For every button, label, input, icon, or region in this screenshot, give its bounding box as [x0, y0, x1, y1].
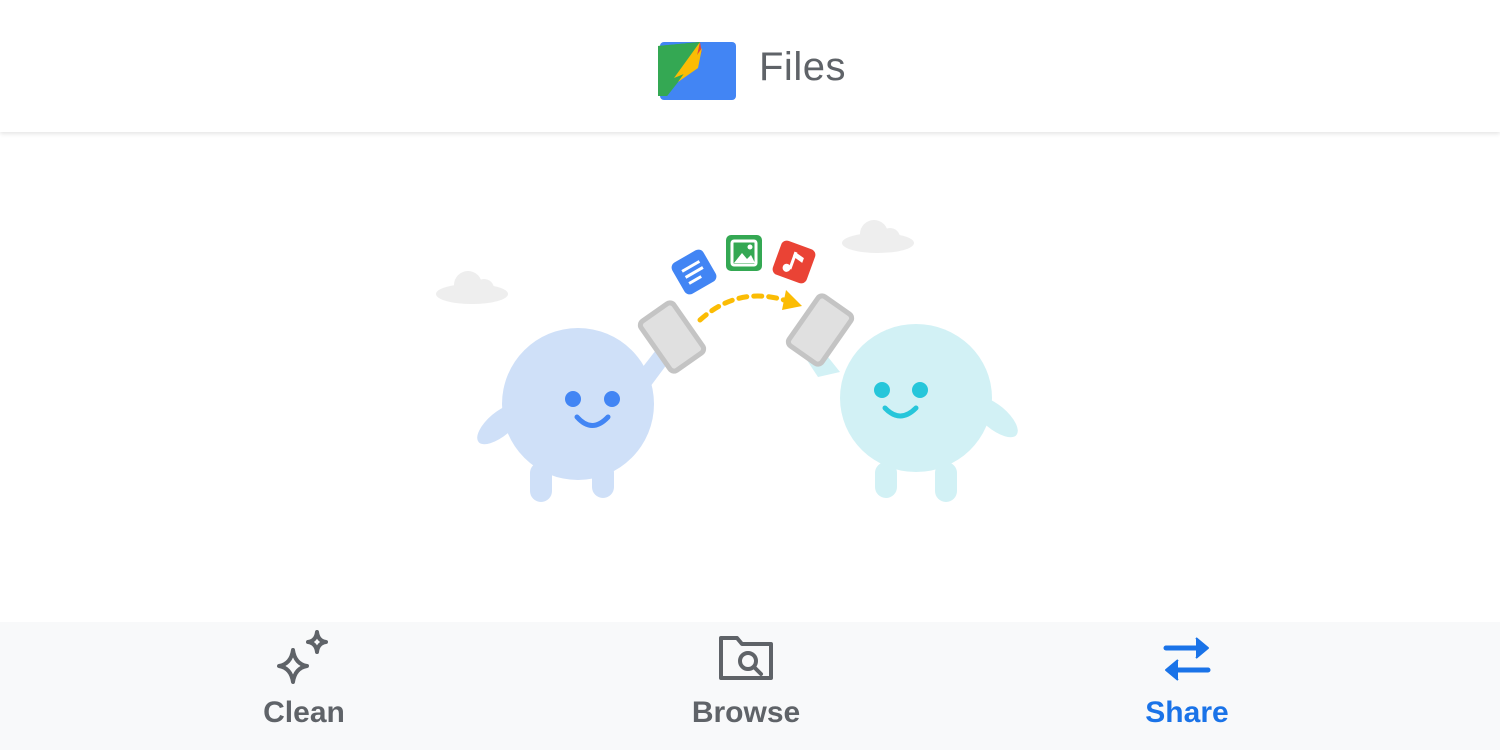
- cloud-icon: [842, 220, 914, 253]
- files-logo-icon: [658, 42, 736, 100]
- folder-search-icon: [719, 636, 773, 680]
- nav-browse[interactable]: Browse: [636, 622, 856, 750]
- music-icon: [772, 240, 816, 284]
- swap-arrows-icon: [1163, 637, 1211, 681]
- share-illustration-area: [0, 132, 1500, 622]
- cloud-icon: [436, 271, 508, 304]
- left-character: [477, 328, 682, 502]
- share-illustration: [436, 220, 1018, 502]
- sparkle-icon: [277, 630, 328, 684]
- bottom-navigation: Clean Browse Share: [0, 622, 1500, 750]
- nav-share-label: Share: [1145, 696, 1229, 729]
- nav-browse-label: Browse: [691, 696, 801, 729]
- document-icon: [671, 249, 717, 295]
- nav-clean[interactable]: Clean: [194, 622, 414, 750]
- image-icon: [726, 235, 762, 271]
- nav-clean-label: Clean: [263, 696, 345, 729]
- app-title: Files: [759, 45, 846, 89]
- app-header: Files: [0, 0, 1500, 132]
- nav-share[interactable]: Share: [1077, 622, 1297, 750]
- transfer-arrow-icon: [697, 290, 802, 323]
